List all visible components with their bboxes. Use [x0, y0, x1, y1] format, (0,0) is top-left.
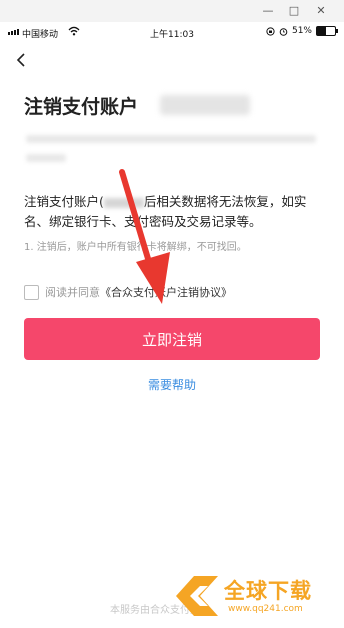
- maximize-icon[interactable]: □: [279, 3, 309, 19]
- window-title-bar: — □ ✕: [0, 0, 344, 22]
- carrier-label: 中国移动: [22, 30, 59, 40]
- status-bar: 中国移动 上午11:03 51%: [0, 22, 344, 42]
- battery-percent: 51%: [291, 26, 312, 36]
- help-link[interactable]: 需要帮助: [0, 376, 344, 393]
- page-title: 注销支付账户: [24, 96, 139, 118]
- cancel-account-button[interactable]: 立即注销: [24, 318, 320, 360]
- alarm-icon: [279, 27, 288, 36]
- blurred-account-name: [160, 95, 250, 115]
- blurred-account-id: [103, 197, 144, 208]
- back-arrow-icon[interactable]: [12, 50, 32, 70]
- battery-level-fill: [317, 27, 327, 35]
- battery-icon: [316, 26, 338, 36]
- agreement-row: 阅读并同意 《合众支付账户注销协议》: [24, 284, 232, 300]
- agreement-link[interactable]: 《合众支付账户注销协议》: [100, 284, 232, 300]
- signal-icon: [8, 29, 19, 35]
- cancellation-description: 注销支付账户(后相关数据将无法恢复，如实名、绑定银行卡、支付密码及交易记录等。: [24, 192, 324, 232]
- lock-rotation-icon: [266, 26, 275, 36]
- wifi-icon: [68, 26, 80, 36]
- watermark-text: 全球下载: [224, 579, 312, 603]
- close-icon[interactable]: ✕: [306, 3, 336, 19]
- description-prefix: 注销支付账户(: [24, 194, 104, 209]
- blurred-account-info: [26, 135, 316, 143]
- status-time: 上午11:03: [150, 30, 194, 40]
- agreement-checkbox[interactable]: [24, 284, 39, 300]
- cancellation-note: 1. 注销后，账户中所有银行卡将解绑，不可找回。: [24, 242, 247, 253]
- blurred-account-info-2: [26, 154, 66, 162]
- agreement-prefix: 阅读并同意: [45, 286, 100, 299]
- watermark-url: www.qq241.com: [228, 604, 303, 614]
